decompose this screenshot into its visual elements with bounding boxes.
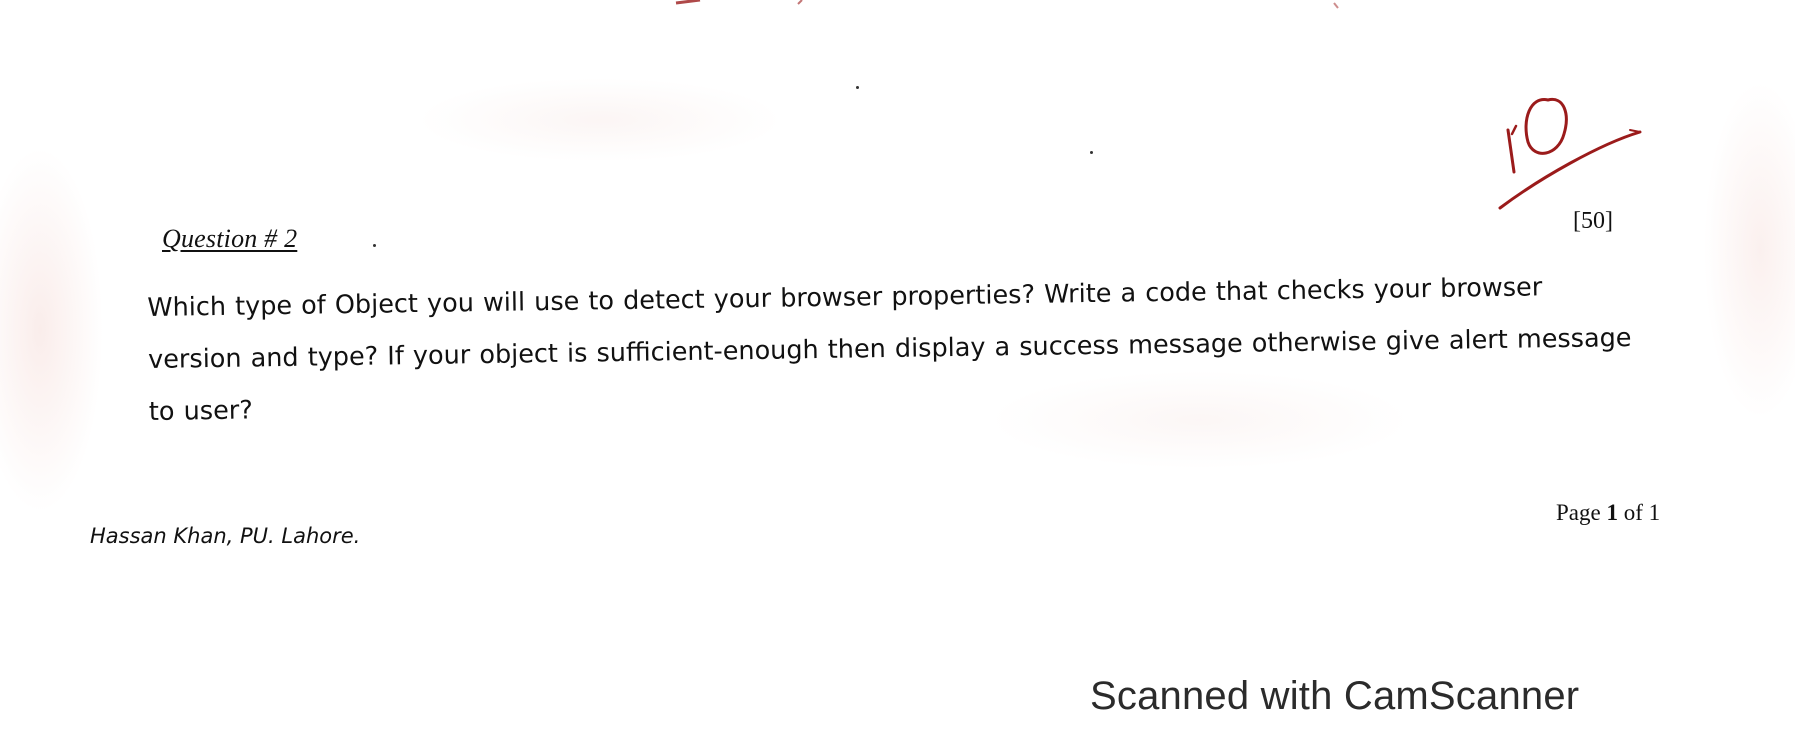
handwritten-score <box>1490 90 1650 225</box>
top-pen-strokes <box>675 0 1339 9</box>
question-heading: Question # 2 <box>162 224 298 253</box>
page-current: 1 <box>1606 500 1618 525</box>
page-of: of <box>1617 500 1649 525</box>
question-text: Which type of Object you will use to det… <box>147 260 1639 438</box>
score-mark-drawing <box>1498 97 1642 210</box>
page-total: 1 <box>1648 500 1661 525</box>
scanner-watermark: Scanned with CamScanner <box>1090 674 1580 718</box>
page-prefix: Page <box>1556 500 1607 525</box>
marks-total: [50] <box>1573 208 1613 234</box>
stray-dot <box>1090 151 1093 154</box>
author-credit: Hassan Khan, PU. Lahore. <box>90 524 361 548</box>
stray-dot <box>856 86 859 89</box>
stray-dot <box>373 244 376 247</box>
scanned-page: Question # 2 [50] Which type of Object y… <box>0 0 1795 730</box>
page-number: Page 1 of 1 <box>1556 500 1660 526</box>
